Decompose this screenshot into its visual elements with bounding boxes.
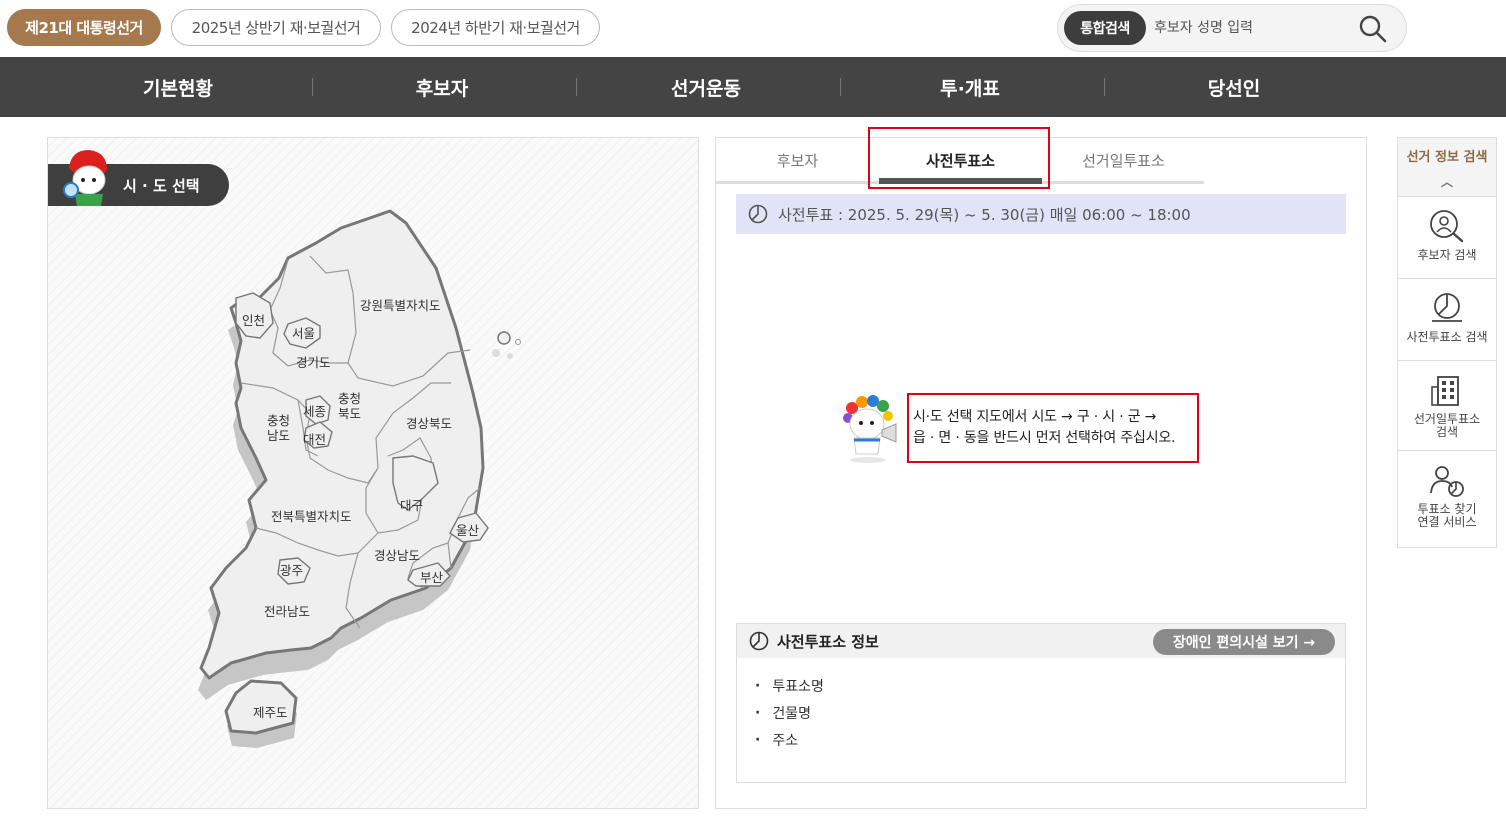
region-daegu[interactable]: 대구 [400,498,423,513]
side-polling-finder-label-2: 연결 서비스 [1417,515,1477,529]
field-building-name: 건물명 [755,699,824,726]
region-chungbuk-2[interactable]: 북도 [338,406,361,421]
region-seoul[interactable]: 서울 [292,326,315,341]
election-tab-2024-second-half[interactable]: 2024년 하반기 재·보궐선거 [391,9,600,46]
side-candidate-search[interactable]: 후보자 검색 [1398,196,1496,278]
integrated-search-button[interactable]: 통합검색 [1064,11,1146,45]
region-gangwon[interactable]: 강원특별자치도 [360,298,441,313]
election-tab-21st-presidential[interactable]: 제21대 대통령선거 [7,9,161,46]
side-polling-finder-service[interactable]: 투표소 찾기 연결 서비스 [1398,450,1496,547]
nav-campaign[interactable]: 선거운동 [574,57,838,117]
quick-search-title: 선거 정보 검색 [1406,150,1488,165]
early-voting-notice: 사전투표 : 2025. 5. 29(목) ~ 5. 30(금) 매일 06:0… [736,194,1346,234]
info-header: 사전투표소 정보 장애인 편의시설 보기 → [737,624,1345,658]
search-icon[interactable] [1358,14,1388,44]
early-voting-info-box: 사전투표소 정보 장애인 편의시설 보기 → 투표소명 건물명 주소 [736,623,1346,783]
region-gyeonggi[interactable]: 경기도 [296,355,331,370]
ballot-icon [748,204,768,224]
candidate-name-input[interactable] [1154,13,1344,43]
highlight-early-voting-tab [868,127,1050,189]
field-address: 주소 [755,726,824,753]
region-gyeongnam[interactable]: 경상남도 [374,548,420,563]
side-early-voting-search[interactable]: 사전투표소 검색 [1398,278,1496,360]
quick-search-menu: 선거 정보 검색 ︿ 후보자 검색 사전투표소 검색 선거일투표소 검색 투표소… [1397,137,1497,548]
person-location-icon [1430,466,1464,497]
building-icon [1431,376,1459,406]
search-bar: 통합검색 [1057,4,1407,52]
chevron-up-icon[interactable]: ︿ [1398,173,1496,190]
region-ulsan[interactable]: 울산 [456,523,480,538]
region-sejong[interactable]: 세종 [303,404,326,419]
region-jeonnam[interactable]: 전라남도 [264,604,310,619]
tab-candidates[interactable]: 후보자 [716,138,879,182]
region-map-panel: 인천 서울 경기도 강원특별자치도 충청 남도 세종 충청 북도 대전 경상북도… [47,137,699,809]
person-search-icon [1430,210,1464,243]
ballot-icon [749,631,769,651]
early-voting-period: 사전투표 : 2025. 5. 29(목) ~ 5. 30(금) 매일 06:0… [778,205,1191,224]
main-nav: 기본현황 후보자 선거운동 투·개표 당선인 [0,57,1506,117]
side-election-day-search[interactable]: 선거일투표소 검색 [1398,360,1496,450]
side-candidate-search-label: 후보자 검색 [1417,248,1477,262]
nav-candidates[interactable]: 후보자 [310,57,574,117]
quick-search-header[interactable]: 선거 정보 검색 ︿ [1398,138,1496,196]
top-bar: 제21대 대통령선거 2025년 상반기 재·보궐선거 2024년 하반기 재·… [0,0,1506,57]
mascot-icon [63,150,107,206]
region-select-label: 시 · 도 선택 [123,176,200,195]
region-jeonbuk[interactable]: 전북특별자치도 [271,509,352,524]
region-chungnam-2[interactable]: 남도 [267,428,290,443]
field-polling-station-name: 투표소명 [755,672,824,699]
region-gyeongbuk[interactable]: 경상북도 [406,416,452,431]
guide-message: 시·도 선택 지도에서 시도 → 구 · 시 · 군 → 읍 · 면 · 동을 … [907,393,1199,463]
info-title: 사전투표소 정보 [777,632,879,651]
accessibility-facility-button[interactable]: 장애인 편의시설 보기 → [1153,629,1335,655]
region-chungbuk-1[interactable]: 충청 [338,391,361,406]
guide-line-1: 시·도 선택 지도에서 시도 → 구 · 시 · 군 → [913,409,1157,425]
ballot-search-icon [1432,293,1462,322]
region-daejeon[interactable]: 대전 [303,432,326,447]
side-election-day-search-label-2: 검색 [1435,425,1459,439]
region-incheon[interactable]: 인천 [242,313,265,328]
polling-info-panel: 후보자 사전투표소 선거일투표소 사전투표 : 2025. 5. 29(목) ~… [715,137,1367,809]
region-jeju[interactable]: 제주도 [253,705,288,720]
info-fields: 투표소명 건물명 주소 [755,672,824,753]
region-busan[interactable]: 부산 [420,570,444,585]
mascot-megaphone-icon [843,395,897,463]
region-gwangju[interactable]: 광주 [280,563,303,578]
region-chungnam-1[interactable]: 충청 [267,413,290,428]
nav-voting-counting[interactable]: 투·개표 [838,57,1102,117]
guide-line-2: 읍 · 면 · 동을 반드시 먼저 선택하여 주십시오. [913,430,1176,446]
tab-election-day-voting[interactable]: 선거일투표소 [1042,138,1205,182]
election-tab-2025-first-half[interactable]: 2025년 상반기 재·보궐선거 [171,9,381,46]
nav-winners[interactable]: 당선인 [1102,57,1366,117]
korea-map: 인천 서울 경기도 강원특별자치도 충청 남도 세종 충청 북도 대전 경상북도… [198,209,521,748]
side-early-voting-search-label: 사전투표소 검색 [1406,330,1488,344]
nav-basic-status[interactable]: 기본현황 [46,57,310,117]
